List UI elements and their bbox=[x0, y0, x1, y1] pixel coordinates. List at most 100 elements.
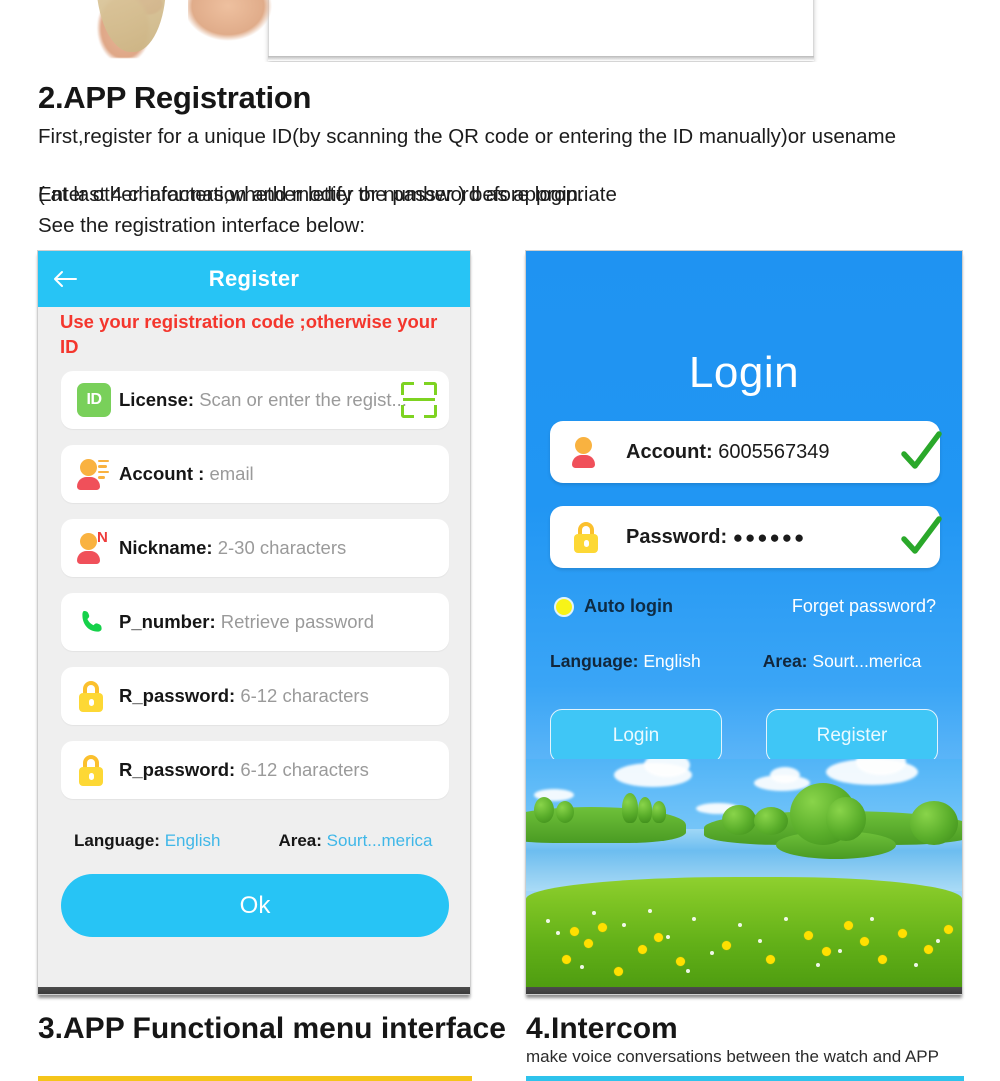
dandelion bbox=[614, 967, 623, 976]
top-cropped-photo bbox=[0, 0, 1000, 62]
photo-white-card bbox=[268, 0, 814, 60]
person-account-icon bbox=[572, 433, 614, 471]
register-fields-list: ID License: Scan or enter the regist... bbox=[61, 371, 449, 815]
login-language-label: Language: bbox=[550, 651, 639, 671]
white-flower bbox=[622, 923, 626, 927]
phone-number-field-text: P_number: Retrieve password bbox=[119, 611, 374, 633]
divider-cyan bbox=[526, 1076, 964, 1081]
phone-icon bbox=[77, 603, 119, 641]
white-flower bbox=[838, 949, 842, 953]
white-flower bbox=[692, 917, 696, 921]
login-area-label: Area: bbox=[762, 651, 808, 671]
cloud bbox=[770, 767, 800, 783]
account-field-text: Account : email bbox=[119, 463, 254, 485]
auto-login-radio[interactable] bbox=[554, 597, 574, 617]
dandelion bbox=[860, 937, 869, 946]
photo-arm bbox=[188, 0, 308, 56]
page-root: 2.APP Registration First,register for a … bbox=[0, 0, 1000, 1081]
login-account-value: 6005567349 bbox=[718, 440, 830, 463]
forget-password-link[interactable]: Forget password? bbox=[792, 596, 936, 617]
auto-login-row: Auto login Forget password? bbox=[554, 596, 936, 620]
password-field-1[interactable]: R_password: 6-12 characters bbox=[61, 667, 449, 725]
nickname-field-text: Nickname: 2-30 characters bbox=[119, 537, 346, 559]
license-label: License: bbox=[119, 389, 195, 410]
white-flower bbox=[936, 939, 940, 943]
dandelion bbox=[722, 941, 731, 950]
tree bbox=[910, 801, 958, 845]
nickname-placeholder: 2-30 characters bbox=[217, 537, 347, 558]
password-field-2[interactable]: R_password: 6-12 characters bbox=[61, 741, 449, 799]
register-language-label: Language: bbox=[74, 831, 160, 850]
divider-yellow bbox=[38, 1076, 472, 1081]
phone-number-field[interactable]: P_number: Retrieve password bbox=[61, 593, 449, 651]
tree bbox=[534, 797, 554, 823]
nickname-badge-letter: N bbox=[97, 529, 108, 546]
dandelion bbox=[924, 945, 933, 954]
login-language-selector[interactable]: Language: English bbox=[550, 651, 701, 672]
register-title: Register bbox=[208, 266, 300, 291]
password-2-placeholder: 6-12 characters bbox=[240, 759, 369, 780]
login-button[interactable]: Login bbox=[550, 709, 722, 763]
lock-icon bbox=[77, 751, 119, 789]
ok-button[interactable]: Ok bbox=[61, 874, 449, 937]
register-area-value: Sourt...merica bbox=[326, 831, 433, 850]
account-placeholder: email bbox=[209, 463, 254, 484]
register-area-selector[interactable]: Area: Sourt...merica bbox=[278, 831, 432, 851]
heading-4: 4.Intercom bbox=[526, 1012, 678, 1045]
white-flower bbox=[870, 917, 874, 921]
person-account-icon bbox=[77, 455, 119, 493]
login-account-field[interactable]: Account: 6005567349 bbox=[550, 421, 942, 483]
register-header: Register bbox=[38, 251, 470, 307]
login-locale-row: Language: English Area: Sourt...merica bbox=[550, 651, 942, 672]
register-screen-panel: Register Use your registration code ;oth… bbox=[37, 250, 471, 995]
white-flower bbox=[546, 919, 550, 923]
white-flower bbox=[758, 939, 762, 943]
id-badge-text: ID bbox=[77, 383, 111, 417]
account-label: Account : bbox=[119, 463, 205, 484]
tree bbox=[556, 801, 574, 823]
dandelion bbox=[878, 955, 887, 964]
green-check-icon bbox=[894, 427, 948, 477]
dandelion bbox=[598, 923, 607, 932]
white-flower bbox=[816, 963, 820, 967]
login-area-selector[interactable]: Area: Sourt...merica bbox=[763, 651, 922, 672]
registration-warning-text: Use your registration code ;otherwise yo… bbox=[60, 311, 438, 357]
login-screen-panel: Login Account: 6005567349 Password: ●●●●… bbox=[525, 250, 963, 995]
auto-login-label: Auto login bbox=[584, 596, 673, 616]
account-field[interactable]: Account : email bbox=[61, 445, 449, 503]
id-badge-icon: ID bbox=[77, 381, 119, 419]
license-field[interactable]: ID License: Scan or enter the regist... bbox=[61, 371, 449, 429]
dandelion bbox=[676, 957, 685, 966]
phone-number-placeholder: Retrieve password bbox=[220, 611, 374, 632]
login-area-value: Sourt...merica bbox=[812, 651, 922, 671]
nickname-field[interactable]: N Nickname: 2-30 characters bbox=[61, 519, 449, 577]
back-arrow-icon[interactable] bbox=[38, 269, 92, 289]
section-heading: 2.APP Registration bbox=[38, 80, 312, 115]
lock-icon bbox=[572, 518, 614, 556]
dandelion bbox=[766, 955, 775, 964]
register-button[interactable]: Register bbox=[766, 709, 938, 763]
tree bbox=[622, 793, 638, 823]
heading-3: 3.APP Functional menu interface bbox=[38, 1012, 506, 1045]
login-password-field[interactable]: Password: ●●●●●● bbox=[550, 506, 942, 568]
login-account-label: Account: bbox=[626, 440, 713, 463]
register-language-selector[interactable]: Language: English bbox=[74, 831, 220, 851]
password-field-2-text: R_password: 6-12 characters bbox=[119, 759, 369, 781]
dandelion bbox=[638, 945, 647, 954]
phone-number-label: P_number: bbox=[119, 611, 216, 632]
password-2-label: R_password: bbox=[119, 759, 236, 780]
dandelion bbox=[562, 955, 571, 964]
white-flower bbox=[592, 911, 596, 915]
login-password-value: ●●●●●● bbox=[732, 527, 807, 547]
photo-card-shadow bbox=[268, 56, 814, 61]
paragraph-3: Enter other information and modify the p… bbox=[38, 183, 617, 206]
login-account-text: Account: 6005567349 bbox=[626, 441, 829, 464]
qr-scan-icon[interactable] bbox=[401, 382, 437, 418]
dandelion bbox=[822, 947, 831, 956]
white-flower bbox=[914, 963, 918, 967]
login-language-value: English bbox=[643, 651, 701, 671]
white-flower bbox=[686, 969, 690, 973]
password-field-1-text: R_password: 6-12 characters bbox=[119, 685, 369, 707]
tree bbox=[652, 801, 666, 823]
paragraph-4: See the registration interface below: bbox=[38, 214, 366, 237]
